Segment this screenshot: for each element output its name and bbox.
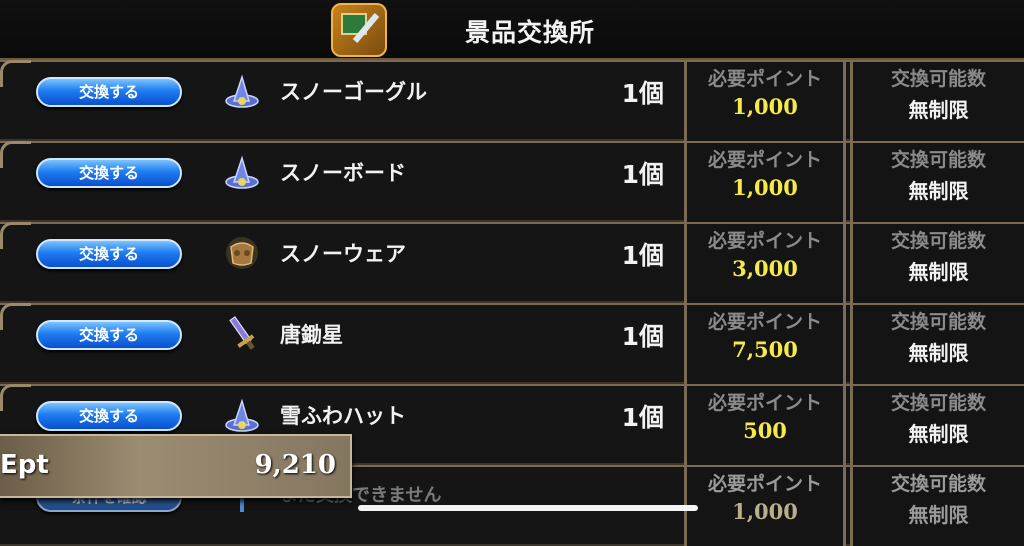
event-points-value: 9,210 (254, 450, 336, 480)
event-points-label: Ept (0, 450, 49, 480)
exchange-limit-label: 交換可能数 (890, 311, 986, 333)
required-points-label: 必要ポイント (707, 230, 822, 252)
required-points-label: 必要ポイント (707, 311, 822, 333)
shop-exchange-icon (331, 3, 387, 57)
frame-ornament (0, 222, 31, 249)
required-points-label: 必要ポイント (707, 149, 822, 171)
list-item: 交換する 唐鋤星 1個 必要ポイント 7,500 交換可能数 無制限 (0, 303, 1024, 384)
exchange-limit-value: 無制限 (908, 179, 969, 203)
hat-icon (225, 74, 259, 108)
armor-icon (226, 237, 258, 269)
item-quantity: 1個 (621, 241, 664, 270)
page-title: 景品交換所 (464, 18, 595, 47)
item-name: スノーゴーグル (280, 80, 427, 104)
required-points-value: 1,000 (732, 175, 798, 200)
required-points-value: 1,000 (732, 499, 798, 524)
header-bar: 景品交換所 (0, 0, 1024, 60)
frame-ornament (0, 303, 31, 330)
item-quantity: 1個 (621, 79, 664, 108)
item-quantity: 1個 (621, 403, 664, 432)
required-points-value: 1,000 (732, 94, 798, 119)
event-points-panel: Ept 9,210 (0, 434, 352, 498)
item-quantity: 1個 (621, 160, 664, 189)
item-name: 雪ふわハット (280, 404, 406, 428)
exchange-button[interactable]: 交換する (36, 320, 182, 350)
points-box: 必要ポイント 500 (684, 386, 846, 465)
limit-box: 交換可能数 無制限 (850, 224, 1024, 303)
hat-icon (225, 155, 259, 189)
hat-icon (225, 398, 259, 432)
exchange-limit-value: 無制限 (908, 503, 969, 527)
exchange-button[interactable]: 交換する (36, 401, 182, 431)
points-box: 必要ポイント 3,000 (684, 224, 846, 303)
exchange-limit-value: 無制限 (908, 260, 969, 284)
list-item: 交換する スノーウェア 1個 必要ポイント 3,000 交換可能数 無制限 (0, 222, 1024, 303)
item-name: 唐鋤星 (280, 323, 343, 347)
limit-box: 交換可能数 無制限 (850, 386, 1024, 465)
limit-box: 交換可能数 無制限 (850, 62, 1024, 141)
required-points-label: 必要ポイント (707, 392, 822, 414)
exchange-button[interactable]: 交換する (36, 158, 182, 188)
sword-icon (229, 316, 255, 350)
exchange-button[interactable]: 交換する (36, 239, 182, 269)
required-points-label: 必要ポイント (707, 473, 822, 495)
exchange-limit-label: 交換可能数 (890, 230, 986, 252)
exchange-limit-label: 交換可能数 (890, 473, 986, 495)
limit-box: 交換可能数 無制限 (850, 305, 1024, 384)
list-item: 交換する スノーゴーグル 1個 必要ポイント 1,000 交換可能数 無制限 (0, 60, 1024, 141)
exchange-limit-label: 交換可能数 (890, 68, 986, 90)
required-points-label: 必要ポイント (707, 68, 822, 90)
item-name: スノーウェア (280, 242, 406, 266)
item-name: スノーボード (280, 161, 406, 185)
exchange-limit-value: 無制限 (908, 98, 969, 122)
points-box: 必要ポイント 1,000 (684, 62, 846, 141)
points-box: 必要ポイント 7,500 (684, 305, 846, 384)
required-points-value: 7,500 (732, 337, 798, 362)
limit-box: 交換可能数 無制限 (850, 143, 1024, 222)
exchange-limit-label: 交換可能数 (890, 149, 986, 171)
required-points-value: 3,000 (732, 256, 798, 281)
points-box: 必要ポイント 1,000 (684, 143, 846, 222)
exchange-limit-value: 無制限 (908, 422, 969, 446)
frame-ornament (0, 384, 31, 411)
frame-ornament (0, 60, 31, 87)
frame-ornament (0, 141, 31, 168)
required-points-value: 500 (743, 418, 787, 443)
exchange-button[interactable]: 交換する (36, 77, 182, 107)
list-item: 交換する スノーボード 1個 必要ポイント 1,000 交換可能数 無制限 (0, 141, 1024, 222)
item-quantity: 1個 (621, 322, 664, 351)
limit-box: 交換可能数 無制限 (850, 467, 1024, 546)
exchange-limit-label: 交換可能数 (890, 392, 986, 414)
home-indicator[interactable] (358, 505, 698, 511)
points-box: 必要ポイント 1,000 (684, 467, 846, 546)
exchange-limit-value: 無制限 (908, 341, 969, 365)
